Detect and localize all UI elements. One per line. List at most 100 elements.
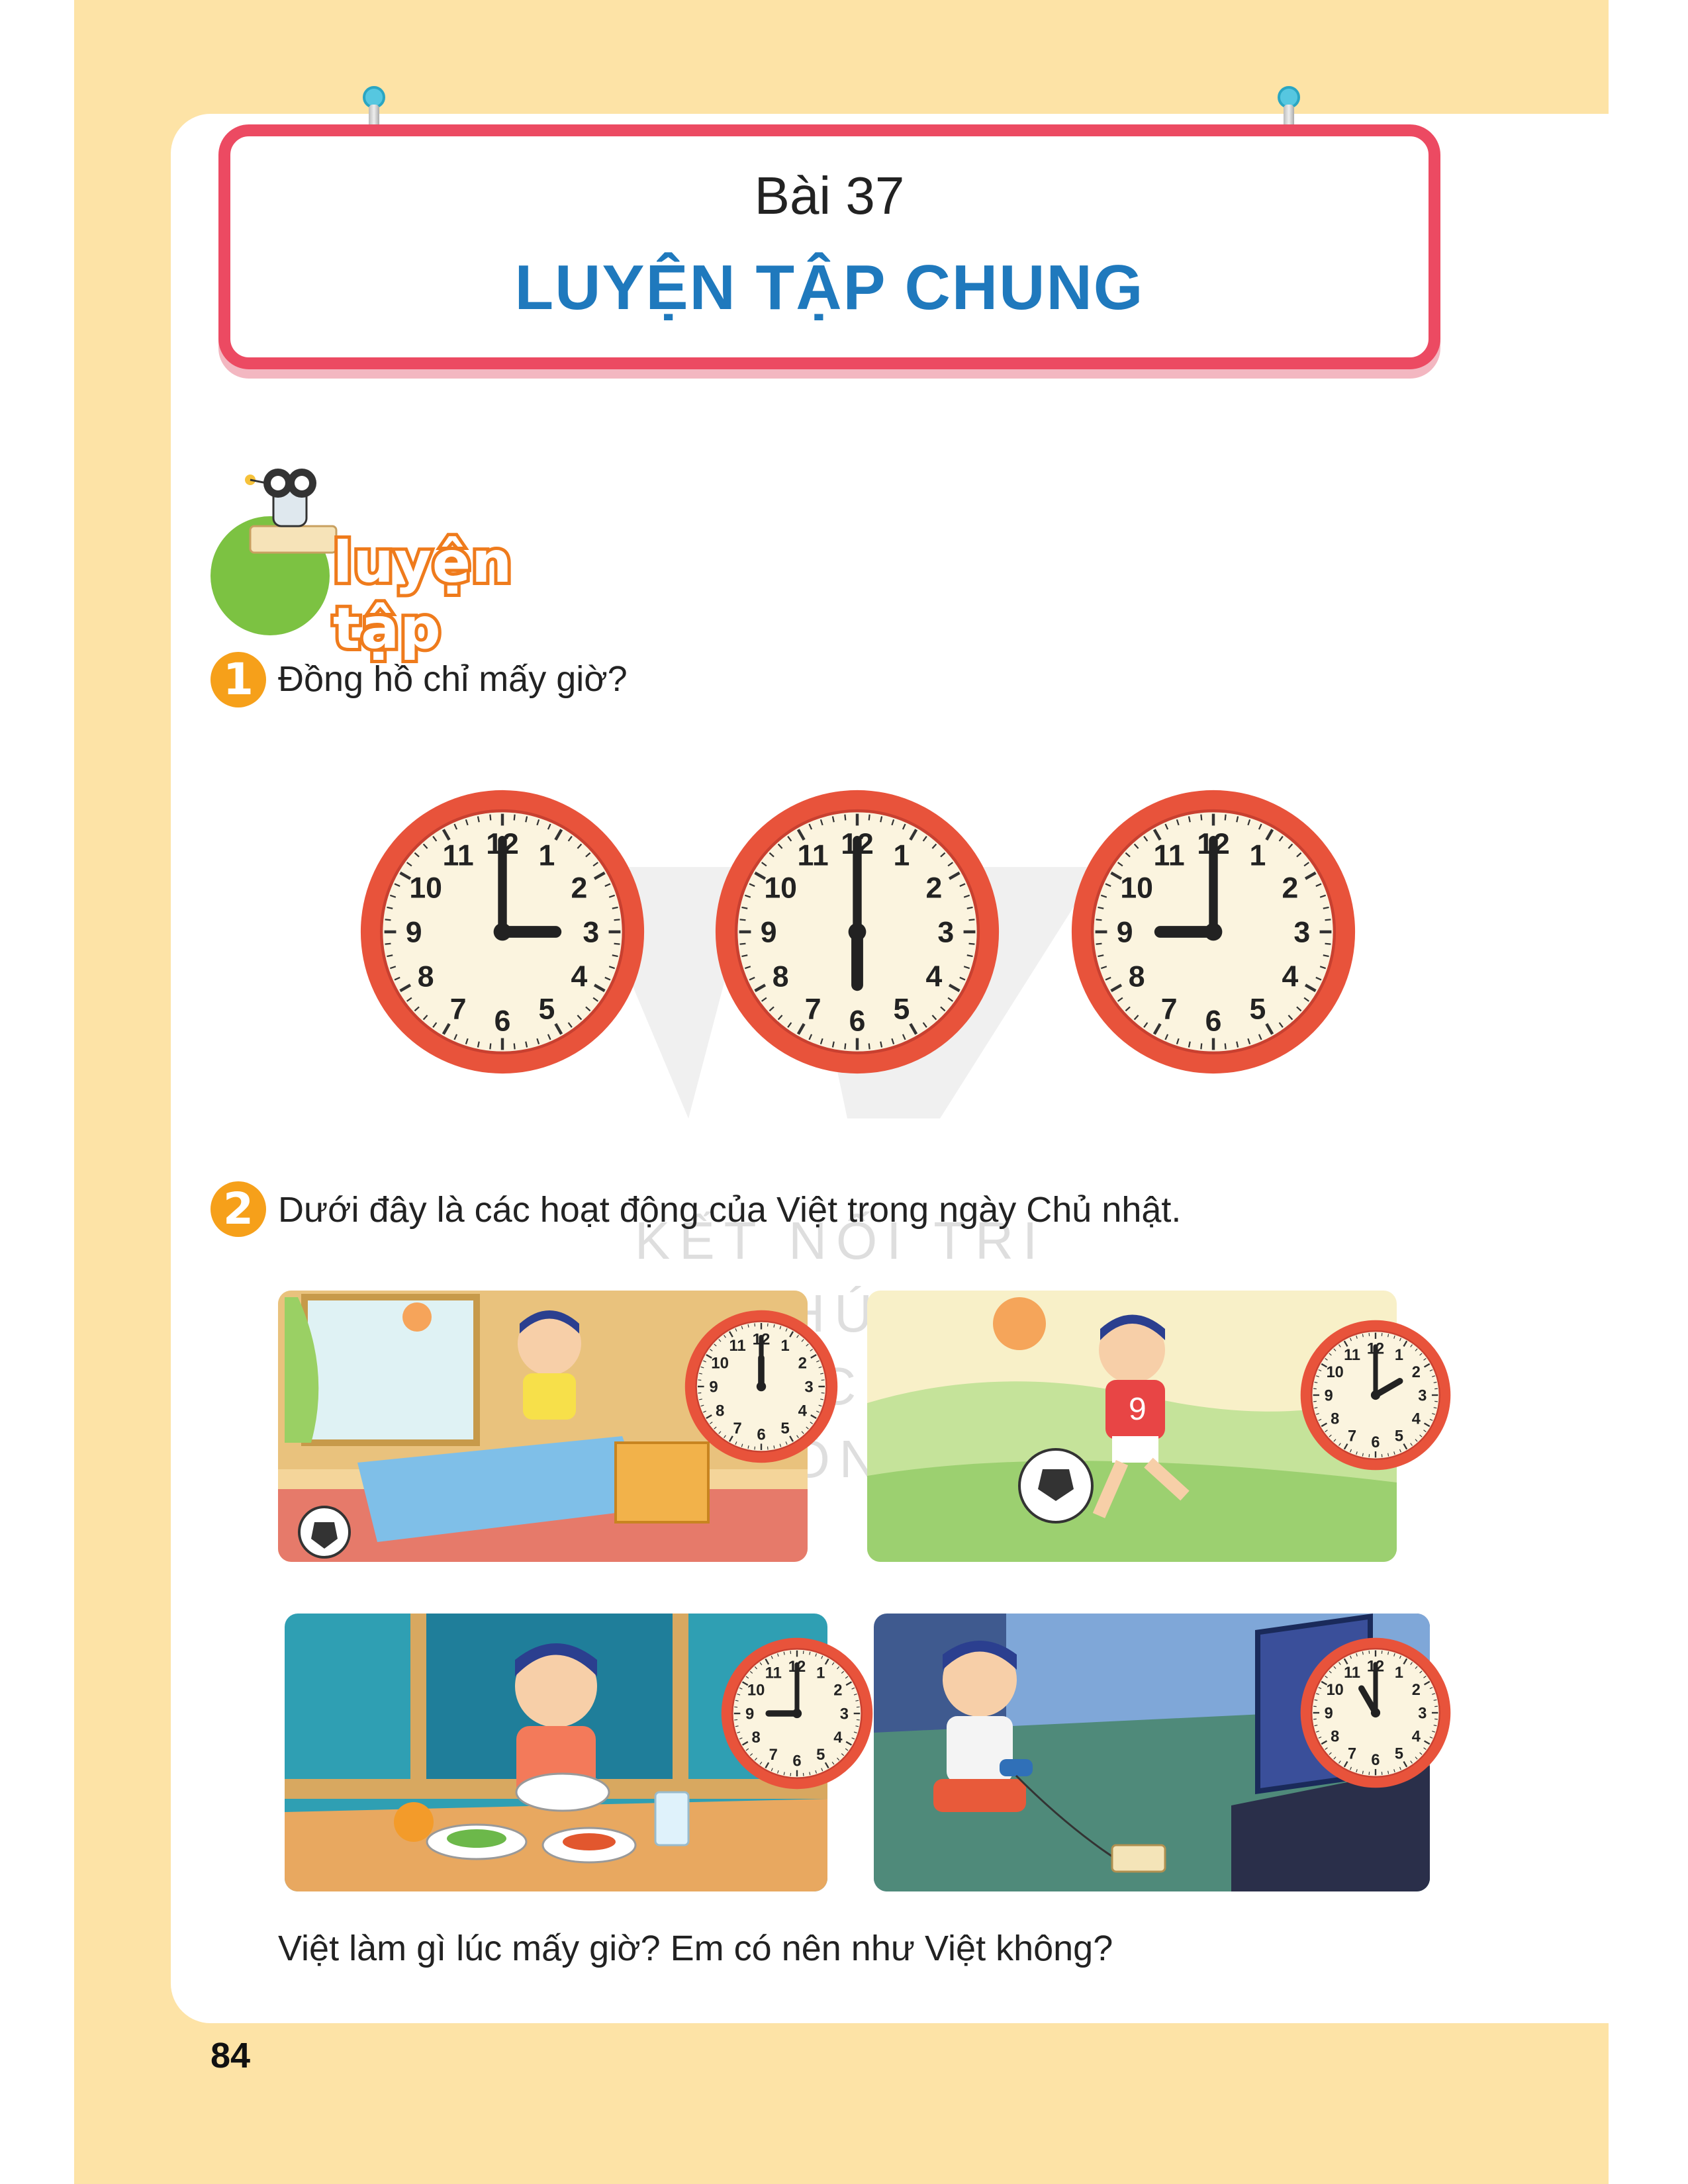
clock-numeral: 6 [849,1005,866,1037]
clock-numeral: 5 [1395,1428,1403,1445]
clock-numeral: 2 [1282,872,1298,905]
clock-numeral: 10 [1120,872,1153,905]
clock-numeral: 10 [1327,1681,1344,1698]
clock-numeral: 6 [1205,1005,1222,1037]
exercise-2-question: Việt làm gì lúc mấy giờ? Em có nên như V… [278,1929,1113,1968]
clock-numeral: 6 [494,1005,511,1037]
clock-numeral: 8 [1331,1410,1339,1428]
clock-numeral: 8 [1331,1728,1339,1745]
clock-numeral: 7 [805,993,821,1025]
clock-numeral: 7 [1348,1745,1356,1762]
clock-numeral: 4 [798,1402,808,1420]
clock-numeral: 7 [1348,1428,1356,1445]
exercise-2-number: 2 [211,1181,266,1237]
clock-numeral: 5 [1249,993,1266,1025]
clock-numeral: 5 [780,1420,789,1437]
clock-numeral: 11 [765,1664,782,1682]
clock-face: 123456789101112 [715,790,1000,1074]
clock-numeral: 5 [538,993,555,1025]
clock-numeral: 5 [893,993,910,1025]
clock-numeral: 11 [1344,1346,1360,1363]
robot-mascot-icon [245,469,338,554]
clock-numeral: 7 [1161,993,1178,1025]
clock-numeral: 8 [752,1729,761,1747]
clock-numeral: 1 [780,1337,789,1355]
clock-numeral: 8 [716,1402,724,1420]
lesson-number: Bài 37 [754,166,905,225]
clock-numeral: 3 [1418,1387,1427,1404]
clock-numeral: 11 [1344,1664,1360,1681]
clock-numeral: 1 [893,840,910,872]
clock-numeral: 6 [757,1426,765,1443]
clock-numeral: 7 [450,993,467,1025]
clock-numeral: 2 [798,1354,807,1372]
clock-numeral: 9 [406,917,422,949]
clock-numeral: 10 [711,1354,729,1372]
clock-numeral: 10 [747,1682,765,1700]
clock-numeral: 4 [1282,961,1298,993]
clock-face: 123456789101112 [1300,1320,1451,1471]
clock-face: 123456789101112 [1300,1637,1451,1788]
clock-scene-dinner: 123456789101112 [718,1635,876,1792]
clock-numeral: 11 [798,840,829,872]
clock-numeral: 7 [733,1420,741,1437]
clock-numeral: 6 [1371,1433,1380,1451]
clock-face: 123456789101112 [684,1310,838,1463]
clock-numeral: 6 [1371,1751,1380,1768]
clock-scene-football: 123456789101112 [1297,1317,1454,1473]
clock-numeral: 3 [583,917,599,949]
clock-ex1-3: 123456789101112 [1066,784,1361,1079]
clock-numeral: 11 [729,1337,745,1355]
clock-numeral: 9 [1325,1704,1333,1721]
clock-numeral: 3 [937,917,954,949]
badge-label: luyện tập [330,526,515,665]
clock-numeral: 3 [804,1378,813,1396]
clock-numeral: 8 [418,961,434,993]
clock-numeral: 2 [1412,1681,1421,1698]
clock-ex1-1: 123456789101112 [355,784,650,1079]
clock-numeral: 2 [925,872,942,905]
clock-numeral: 7 [769,1746,778,1764]
clock-face: 123456789101112 [360,790,645,1074]
clock-ex1-2: 123456789101112 [710,784,1005,1079]
clock-numeral: 6 [792,1752,801,1770]
clock-numeral: 10 [409,872,442,905]
section-badge: luyện tập [211,457,621,665]
clock-numeral: 1 [1249,840,1266,872]
clock-numeral: 2 [833,1682,842,1700]
page-number: 84 [211,2036,251,2075]
exercise-2-prompt: Dưới đây là các hoạt động của Việt trong… [278,1190,1182,1230]
clock-face: 123456789101112 [721,1637,873,1790]
clock-numeral: 3 [1293,917,1310,949]
clock-numeral: 10 [1327,1363,1344,1381]
exercise-1-number: 1 [211,652,266,707]
clock-numeral: 3 [840,1705,849,1723]
clock-numeral: 10 [764,872,797,905]
clock-numeral: 4 [1412,1728,1421,1745]
clock-face: 123456789101112 [1071,790,1356,1074]
clock-numeral: 3 [1418,1704,1427,1721]
title-box [218,124,1440,369]
clock-numeral: 2 [571,872,587,905]
lesson-title: LUYỆN TẬP CHUNG [514,252,1145,323]
clock-numeral: 4 [571,961,587,993]
clock-numeral: 9 [709,1378,718,1396]
clock-numeral: 4 [1412,1410,1421,1428]
clock-scene-video-game: 123456789101112 [1297,1635,1454,1791]
clock-numeral: 9 [1325,1387,1333,1404]
clock-numeral: 8 [1129,961,1145,993]
clock-numeral: 8 [773,961,789,993]
svg-text:9: 9 [1129,1392,1147,1427]
exercise-1-prompt: Đồng hồ chỉ mấy giờ? [278,659,628,699]
clock-numeral: 2 [1412,1363,1421,1381]
clock-numeral: 1 [1395,1346,1403,1363]
clock-numeral: 1 [1395,1664,1403,1681]
clock-numeral: 1 [816,1664,825,1682]
clock-numeral: 4 [925,961,942,993]
clock-numeral: 5 [816,1746,825,1764]
clock-numeral: 11 [1154,840,1185,872]
clock-numeral: 5 [1395,1745,1403,1762]
clock-numeral: 11 [443,840,474,872]
clock-numeral: 9 [1117,917,1133,949]
clock-numeral: 1 [538,840,555,872]
